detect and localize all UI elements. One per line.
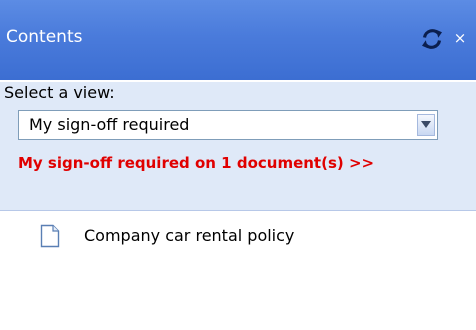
signoff-required-link[interactable]: My sign-off required on 1 document(s) >> <box>18 153 374 173</box>
document-label: Company car rental policy <box>84 226 295 245</box>
refresh-icon[interactable] <box>420 27 444 51</box>
panel-title: Contents <box>6 27 83 47</box>
view-select[interactable]: My sign-off required <box>18 110 438 140</box>
select-view-label: Select a view: <box>4 83 115 102</box>
close-icon[interactable]: × <box>452 29 468 47</box>
view-select-value: My sign-off required <box>29 115 190 134</box>
document-icon <box>40 224 60 248</box>
contents-panel: Contents × Select a view: My sign-off re… <box>0 0 476 330</box>
document-list: Company car rental policy <box>0 211 476 330</box>
view-selector-area: Select a view: My sign-off required My s… <box>0 82 476 211</box>
panel-titlebar: Contents × <box>0 0 476 82</box>
chevron-down-icon[interactable] <box>417 114 435 136</box>
